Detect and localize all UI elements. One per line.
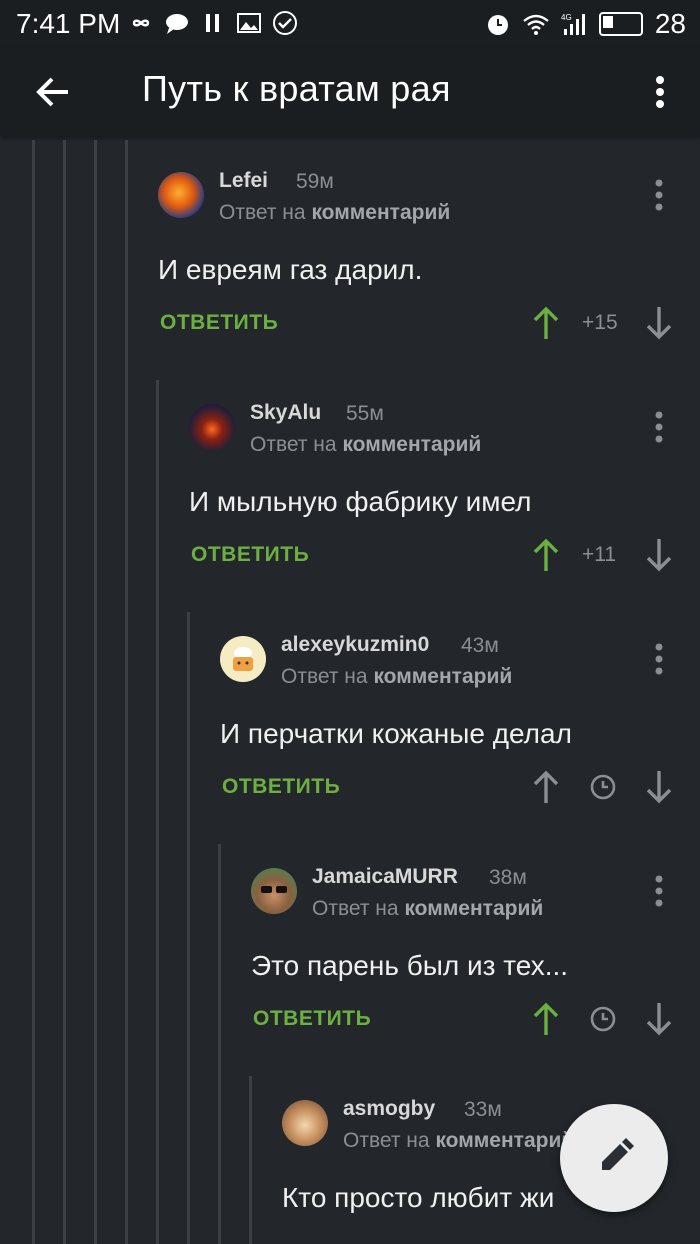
reply-target-link[interactable]: комментарий xyxy=(373,665,512,688)
sunglasses-icon xyxy=(261,886,287,893)
chat-icon xyxy=(166,14,188,34)
reply-prefix: Ответ на xyxy=(219,201,306,224)
network-type: 4G xyxy=(561,13,572,22)
pencil-icon xyxy=(602,1138,634,1170)
downvote-arrow-icon[interactable] xyxy=(644,305,674,341)
wifi-icon xyxy=(523,14,549,35)
thread-line xyxy=(125,140,128,1244)
reply-button[interactable]: ОТВЕТИТЬ xyxy=(222,775,340,799)
signal-icon: 4G xyxy=(561,13,585,35)
comment-text: И перчатки кожаные делал xyxy=(220,718,572,749)
downvote-arrow-icon[interactable] xyxy=(644,1001,674,1037)
alarm-icon xyxy=(487,15,508,35)
avatar[interactable] xyxy=(251,868,297,914)
downvote-arrow-icon[interactable] xyxy=(644,537,674,573)
reply-to-line: Ответ на комментарий xyxy=(219,201,450,225)
reply-target-link[interactable]: комментарий xyxy=(311,201,450,224)
reply-button[interactable]: ОТВЕТИТЬ xyxy=(191,543,309,567)
thread-line xyxy=(94,140,97,1244)
more-options-icon[interactable] xyxy=(648,68,672,116)
clock-icon xyxy=(590,774,616,800)
comment-author[interactable]: Lefei xyxy=(219,169,268,193)
thread-line xyxy=(218,844,221,1244)
thread-line xyxy=(63,140,66,1244)
thread-line xyxy=(156,380,159,1244)
battery-level: 28 xyxy=(654,8,686,39)
comment-time: 43м xyxy=(461,634,499,657)
avatar[interactable] xyxy=(189,404,235,450)
reply-button[interactable]: ОТВЕТИТЬ xyxy=(253,1007,371,1031)
pause-icon xyxy=(206,14,219,32)
status-notification-icons xyxy=(128,10,298,36)
reply-to-line: Ответ на комментарий xyxy=(343,1129,574,1153)
image-icon xyxy=(237,13,261,33)
comment-text: Кто просто любит жи xyxy=(282,1182,555,1213)
comment-text: И евреям газ дарил. xyxy=(158,254,423,285)
downvote-arrow-icon[interactable] xyxy=(644,769,674,805)
avatar[interactable] xyxy=(282,1100,328,1146)
reply-prefix: Ответ на xyxy=(281,665,368,688)
thread-line xyxy=(32,140,35,1244)
comment-menu-icon[interactable] xyxy=(649,409,669,445)
check-circle-icon xyxy=(273,11,297,35)
reply-to-line: Ответ на комментарий xyxy=(250,433,481,457)
upvote-arrow-icon[interactable] xyxy=(531,305,561,341)
reply-prefix: Ответ на xyxy=(250,433,337,456)
comment-menu-icon[interactable] xyxy=(649,177,669,213)
page-title: Путь к вратам рая xyxy=(142,68,451,109)
thread-line xyxy=(249,1076,252,1244)
cook-cat-icon xyxy=(233,647,253,671)
comment-author[interactable]: asmogby xyxy=(343,1097,435,1121)
reply-button[interactable]: ОТВЕТИТЬ xyxy=(160,311,278,335)
app-bar: Путь к вратам рая xyxy=(0,48,700,136)
upvote-arrow-icon[interactable] xyxy=(531,537,561,573)
comment-menu-icon[interactable] xyxy=(649,873,669,909)
comment-time: 55м xyxy=(346,402,384,425)
upvote-arrow-icon[interactable] xyxy=(531,1001,561,1037)
thread-line xyxy=(187,612,190,1244)
comment-author[interactable]: JamaicaMURR xyxy=(312,865,458,889)
reply-to-line: Ответ на комментарий xyxy=(281,665,512,689)
avatar[interactable] xyxy=(220,636,266,682)
back-arrow-icon[interactable] xyxy=(30,68,78,116)
status-time: 7:41 PM xyxy=(16,8,121,39)
comment-menu-icon[interactable] xyxy=(649,641,669,677)
comment-time: 33м xyxy=(464,1098,502,1121)
status-system-icons: 4G 28 xyxy=(485,8,686,40)
reply-prefix: Ответ на xyxy=(312,897,399,920)
comment-author[interactable]: SkyAlu xyxy=(250,401,321,425)
avatar[interactable] xyxy=(158,172,204,218)
reply-target-link[interactable]: комментарий xyxy=(404,897,543,920)
comment-score: +11 xyxy=(582,543,617,566)
reply-target-link[interactable]: комментарий xyxy=(435,1129,574,1152)
reply-prefix: Ответ на xyxy=(343,1129,430,1152)
comment-time: 59м xyxy=(296,170,334,193)
comment-time: 38м xyxy=(489,866,527,889)
reply-to-line: Ответ на комментарий xyxy=(312,897,543,921)
status-bar: 7:41 PM 4G 28 xyxy=(0,0,700,48)
reply-target-link[interactable]: комментарий xyxy=(342,433,481,456)
battery-icon xyxy=(598,12,643,36)
upvote-arrow-icon[interactable] xyxy=(531,769,561,805)
comment-score: +15 xyxy=(582,311,618,334)
comment-text: И мыльную фабрику имел xyxy=(189,486,532,517)
comment-text: Это парень был из тех... xyxy=(251,950,569,981)
infinity-icon xyxy=(132,19,150,27)
write-comment-button[interactable] xyxy=(560,1104,668,1212)
clock-icon xyxy=(590,1006,616,1032)
comment-author[interactable]: alexeykuzmin0 xyxy=(281,633,429,657)
